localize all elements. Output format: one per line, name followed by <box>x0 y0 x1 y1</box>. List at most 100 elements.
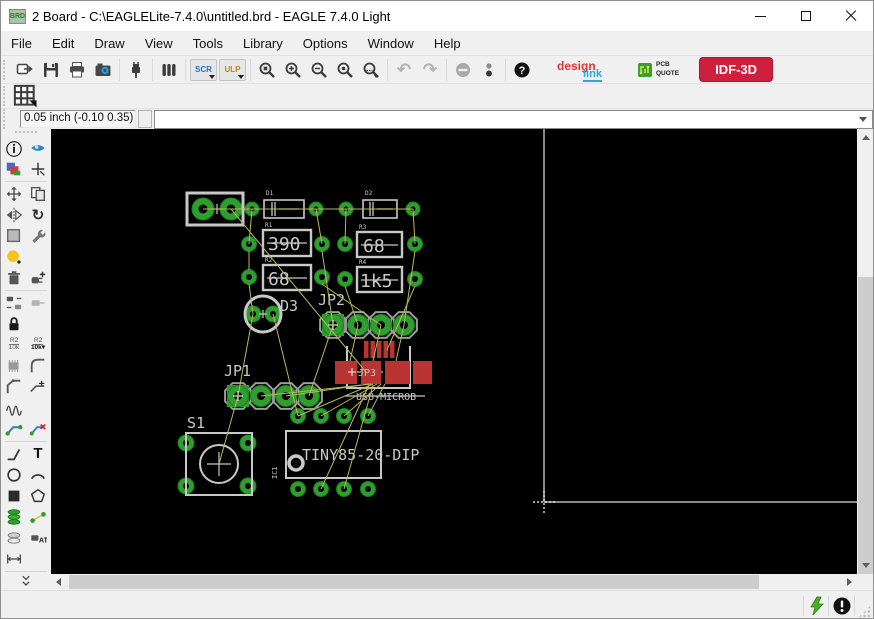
svg-text:R1: R1 <box>265 222 273 229</box>
tool-polygon-button[interactable] <box>27 486 50 506</box>
tool-arc-button[interactable] <box>27 465 50 485</box>
zoom-select-button[interactable] <box>358 58 384 82</box>
tool-show-button[interactable] <box>27 138 50 158</box>
zoom-out-button[interactable] <box>306 58 332 82</box>
tool-copy-button[interactable] <box>27 184 50 204</box>
horizontal-scrollbar[interactable] <box>51 574 857 590</box>
scroll-right-icon[interactable] <box>847 578 852 586</box>
tool-hole-button[interactable] <box>3 528 26 548</box>
svg-text:390: 390 <box>268 234 301 255</box>
title-bar[interactable]: BRD 2 Board - C:\EAGLELite-7.4.0\untitle… <box>1 1 873 31</box>
tool-miter-button[interactable] <box>27 356 50 376</box>
horizontal-scrollbar-thumb[interactable] <box>69 575 759 589</box>
maximize-button[interactable] <box>783 2 828 31</box>
designlink-button[interactable]: design link <box>557 58 615 82</box>
tool-text-button[interactable]: T <box>27 444 50 464</box>
minimize-button[interactable] <box>738 2 783 31</box>
coordinate-mode-button[interactable] <box>138 110 152 128</box>
tool-pinswap-button[interactable] <box>3 293 26 313</box>
menu-options[interactable]: Options <box>293 33 358 54</box>
tool-meander-button[interactable] <box>3 398 26 418</box>
tool-gateswap-button[interactable] <box>27 293 50 313</box>
zoom-redraw-button[interactable] <box>332 58 358 82</box>
combobox-arrow-icon[interactable] <box>859 116 867 122</box>
cam-processor-button[interactable] <box>90 58 116 82</box>
errors-status-button[interactable] <box>831 595 852 616</box>
tool-value-button[interactable]: R2 10k▾ <box>27 335 50 355</box>
toolbar-grip[interactable] <box>3 59 9 80</box>
library-button[interactable] <box>156 58 182 82</box>
tool-dimension-button[interactable] <box>3 549 26 569</box>
tool-group-button[interactable] <box>3 226 26 246</box>
tool-name-button[interactable]: R2 10k <box>3 335 26 355</box>
script-button[interactable]: SCR <box>190 58 217 81</box>
ulp-label: ULP <box>224 65 241 74</box>
tool-paint-button[interactable] <box>3 247 26 267</box>
stop-button[interactable] <box>450 58 476 82</box>
run-script-button[interactable] <box>123 58 149 82</box>
menu-view[interactable]: View <box>135 33 183 54</box>
help-button[interactable]: ? <box>509 58 535 82</box>
menu-tools[interactable]: Tools <box>183 33 233 54</box>
command-combobox[interactable] <box>154 109 873 129</box>
go-button[interactable] <box>476 58 502 82</box>
menu-help[interactable]: Help <box>424 33 471 54</box>
save-button[interactable] <box>38 58 64 82</box>
tool-lock-button[interactable] <box>3 314 26 334</box>
undo-button[interactable]: ↶ <box>391 58 417 82</box>
toolbar-grip[interactable] <box>3 86 9 106</box>
palette-more-button[interactable] <box>1 573 51 589</box>
open-button[interactable] <box>12 58 38 82</box>
zoom-in-button[interactable] <box>280 58 306 82</box>
menu-window[interactable]: Window <box>358 33 424 54</box>
resize-grip[interactable] <box>858 605 871 618</box>
split-icon <box>6 378 21 393</box>
close-button[interactable] <box>828 2 873 31</box>
pcb-quote-button[interactable]: PCB QUOTE <box>637 61 679 77</box>
board-canvas[interactable]: D1 D2 R1 R3 R2 R4 390 68 68 1k5 D3 JP2 JP1 S1 TINY85-2… <box>51 129 857 574</box>
tool-split-button[interactable] <box>3 377 26 397</box>
smd-pads[interactable] <box>335 341 432 384</box>
tool-move-button[interactable] <box>3 184 26 204</box>
scroll-left-icon[interactable] <box>56 578 61 586</box>
ulp-button[interactable]: ULP <box>219 58 246 81</box>
tool-signal-button[interactable] <box>27 507 50 527</box>
tool-smash-button[interactable] <box>3 356 26 376</box>
scroll-up-icon[interactable] <box>862 135 870 140</box>
scroll-down-icon[interactable] <box>862 563 870 568</box>
tool-info-button[interactable]: ⓘ <box>3 138 26 159</box>
tool-display-button[interactable] <box>3 159 26 179</box>
tool-wire-button[interactable] <box>3 444 26 464</box>
tool-circle-button[interactable] <box>3 465 26 485</box>
menu-draw[interactable]: Draw <box>84 33 134 54</box>
redo-button[interactable]: ↷ <box>417 58 443 82</box>
board-drawing[interactable]: D1 D2R1 R3R2 R4390 6868 1k5D3 JP2JP1S1TINY85-2… <box>51 129 857 574</box>
ratsnest-status-button[interactable] <box>806 595 827 616</box>
tool-replace-button[interactable] <box>27 268 50 288</box>
command-input[interactable] <box>155 111 859 127</box>
menu-library[interactable]: Library <box>233 33 293 54</box>
tool-via-button[interactable] <box>3 507 26 527</box>
grid-button[interactable] <box>12 84 38 108</box>
tool-rotate-button[interactable]: ↻ <box>27 205 50 225</box>
tool-optimize-button[interactable] <box>27 377 50 397</box>
svg-text:JP1: JP1 <box>224 362 251 380</box>
menu-file[interactable]: File <box>1 33 42 54</box>
board-frame[interactable] <box>533 129 857 513</box>
dimension-icon <box>7 554 21 563</box>
tool-change-button[interactable] <box>27 226 50 246</box>
tool-route-button[interactable] <box>3 419 26 439</box>
menu-edit[interactable]: Edit <box>42 33 84 54</box>
copy-icon <box>31 186 45 201</box>
vertical-scrollbar[interactable] <box>857 129 873 618</box>
idf-3d-button[interactable]: IDF-3D <box>699 57 774 82</box>
tool-delete-button[interactable] <box>3 268 26 288</box>
tool-rect-button[interactable] <box>3 486 26 506</box>
tool-ripup-button[interactable] <box>27 419 50 439</box>
print-button[interactable] <box>64 58 90 82</box>
zoom-fit-button[interactable] <box>254 58 280 82</box>
toolbar-grip[interactable] <box>3 109 9 129</box>
tool-attribute-button[interactable]: AT <box>27 528 50 548</box>
tool-mark-button[interactable] <box>27 159 50 179</box>
tool-mirror-button[interactable] <box>3 205 26 225</box>
